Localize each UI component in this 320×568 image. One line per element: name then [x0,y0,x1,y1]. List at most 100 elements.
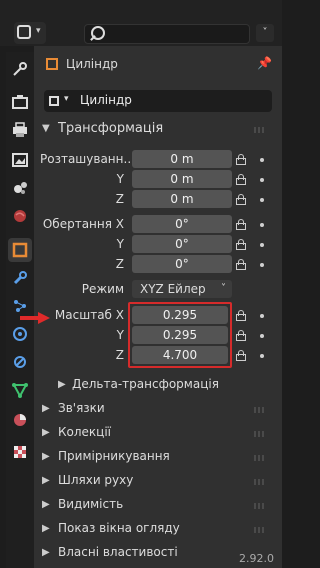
section-visibility[interactable]: ▶ Видимість [40,496,278,516]
tool-icon [13,62,27,76]
rotation-mode-label: Режим [81,282,124,296]
mesh-data-icon [12,383,28,399]
section-transform[interactable]: ▼ Трансформація [40,120,278,140]
search-input[interactable] [84,24,250,44]
drag-grip-icon[interactable] [254,431,266,437]
drag-grip-icon[interactable] [254,127,266,133]
section-title: Показ вікна огляду [58,521,180,535]
object-icon [12,242,28,258]
chevron-down-icon: ▾ [36,26,41,36]
keyframe-dot-icon[interactable] [260,263,264,267]
material-tab[interactable] [8,408,32,432]
object-name-field[interactable]: ▾ Циліндр [44,90,272,112]
rotation-label: Обертання X [42,217,124,231]
drag-grip-icon[interactable] [254,455,266,461]
expanded-triangle-icon: ▼ [42,123,50,134]
section-title: Примірникування [58,449,170,463]
collapsed-triangle-icon: ▶ [42,499,50,510]
modifier-tab[interactable] [8,266,32,290]
lock-icon[interactable] [236,349,248,361]
material-icon [14,414,26,426]
section-collections[interactable]: ▶ Колекції [40,424,278,444]
rotation-z-field[interactable]: 0° [132,255,232,273]
texture-tab[interactable] [8,440,32,464]
version-label: 2.92.0 [239,552,274,565]
constraints-tab[interactable] [8,350,32,374]
lock-icon[interactable] [236,238,248,250]
location-z-label: Z [115,192,124,206]
keyframe-dot-icon[interactable] [260,178,264,182]
drag-grip-icon[interactable] [254,527,266,533]
collapsed-triangle-icon: ▶ [42,427,50,438]
collapsed-triangle-icon: ▶ [42,475,50,486]
keyframe-dot-icon[interactable] [260,314,264,318]
world-tab[interactable] [8,204,32,228]
section-viewport-display[interactable]: ▶ Показ вікна огляду [40,520,278,540]
section-delta-transform[interactable]: ▶ Дельта-трансформація [54,376,278,396]
keyframe-dot-icon[interactable] [260,354,264,358]
options-dropdown-button[interactable]: ˅ [256,24,274,42]
rotation-y-field[interactable]: 0° [132,235,232,253]
drag-grip-icon[interactable] [254,479,266,485]
lock-icon[interactable] [236,193,248,205]
chevron-down-icon: ▾ [64,94,69,104]
lock-icon[interactable] [236,153,248,165]
collapsed-triangle-icon: ▶ [42,451,50,462]
object-icon [46,58,58,70]
section-title: Колекції [58,425,111,439]
section-instancing[interactable]: ▶ Примірникування [40,448,278,468]
rotation-mode-dropdown[interactable]: XYZ Ейлер ˅ [132,280,232,298]
location-label: Розташуванн... [40,152,135,166]
world-icon [14,210,26,222]
data-tab[interactable] [8,378,32,402]
view-layer-tab[interactable] [8,148,32,172]
section-title: Шляхи руху [58,473,134,487]
chevron-down-icon: ˅ [221,283,226,294]
section-motion-paths[interactable]: ▶ Шляхи руху [40,472,278,492]
keyframe-dot-icon[interactable] [260,198,264,202]
editor-type-button[interactable]: ▾ [14,22,46,44]
location-y-field[interactable]: 0 m [132,170,232,188]
lock-icon[interactable] [236,173,248,185]
drag-grip-icon[interactable] [254,407,266,413]
constraint-icon [14,356,26,368]
texture-icon [14,446,26,458]
context-object-name: Циліндр [66,57,118,71]
object-type-dropdown[interactable]: ▾ [48,94,69,108]
location-z-field[interactable]: 0 m [132,190,232,208]
object-tab[interactable] [8,238,32,262]
keyframe-dot-icon[interactable] [260,334,264,338]
printer-icon [13,122,27,137]
tool-tab[interactable] [8,58,32,82]
scene-icon [14,182,27,194]
rotation-mode-value: XYZ Ейлер [140,282,206,296]
section-title: Видимість [58,497,124,511]
rotation-x-field[interactable]: 0° [132,215,232,233]
keyframe-dot-icon[interactable] [260,243,264,247]
lock-icon[interactable] [236,309,248,321]
lock-icon[interactable] [236,329,248,341]
keyframe-dot-icon[interactable] [260,223,264,227]
pin-icon[interactable]: 📌 [257,56,272,70]
section-title: Зв'язки [58,401,105,415]
section-title: Трансформація [58,121,164,136]
wrench-icon [13,271,27,285]
scene-tab[interactable] [8,176,32,200]
collapsed-triangle-icon: ▶ [42,523,50,534]
object-square-icon [49,96,59,106]
drag-grip-icon[interactable] [254,503,266,509]
section-title: Дельта-трансформація [72,377,219,391]
output-tab[interactable] [8,118,32,142]
section-relations[interactable]: ▶ Зв'язки [40,400,278,420]
scale-label: Масштаб X [54,308,124,322]
properties-editor-icon [17,25,31,39]
collapsed-triangle-icon: ▶ [58,379,66,390]
keyframe-dot-icon[interactable] [260,158,264,162]
rotation-y-label: Y [116,237,124,251]
object-name-value: Циліндр [80,93,132,107]
lock-icon[interactable] [236,258,248,270]
render-tab[interactable] [8,90,32,114]
scale-z-label: Z [115,348,124,362]
lock-icon[interactable] [236,218,248,230]
location-x-field[interactable]: 0 m [132,150,232,168]
